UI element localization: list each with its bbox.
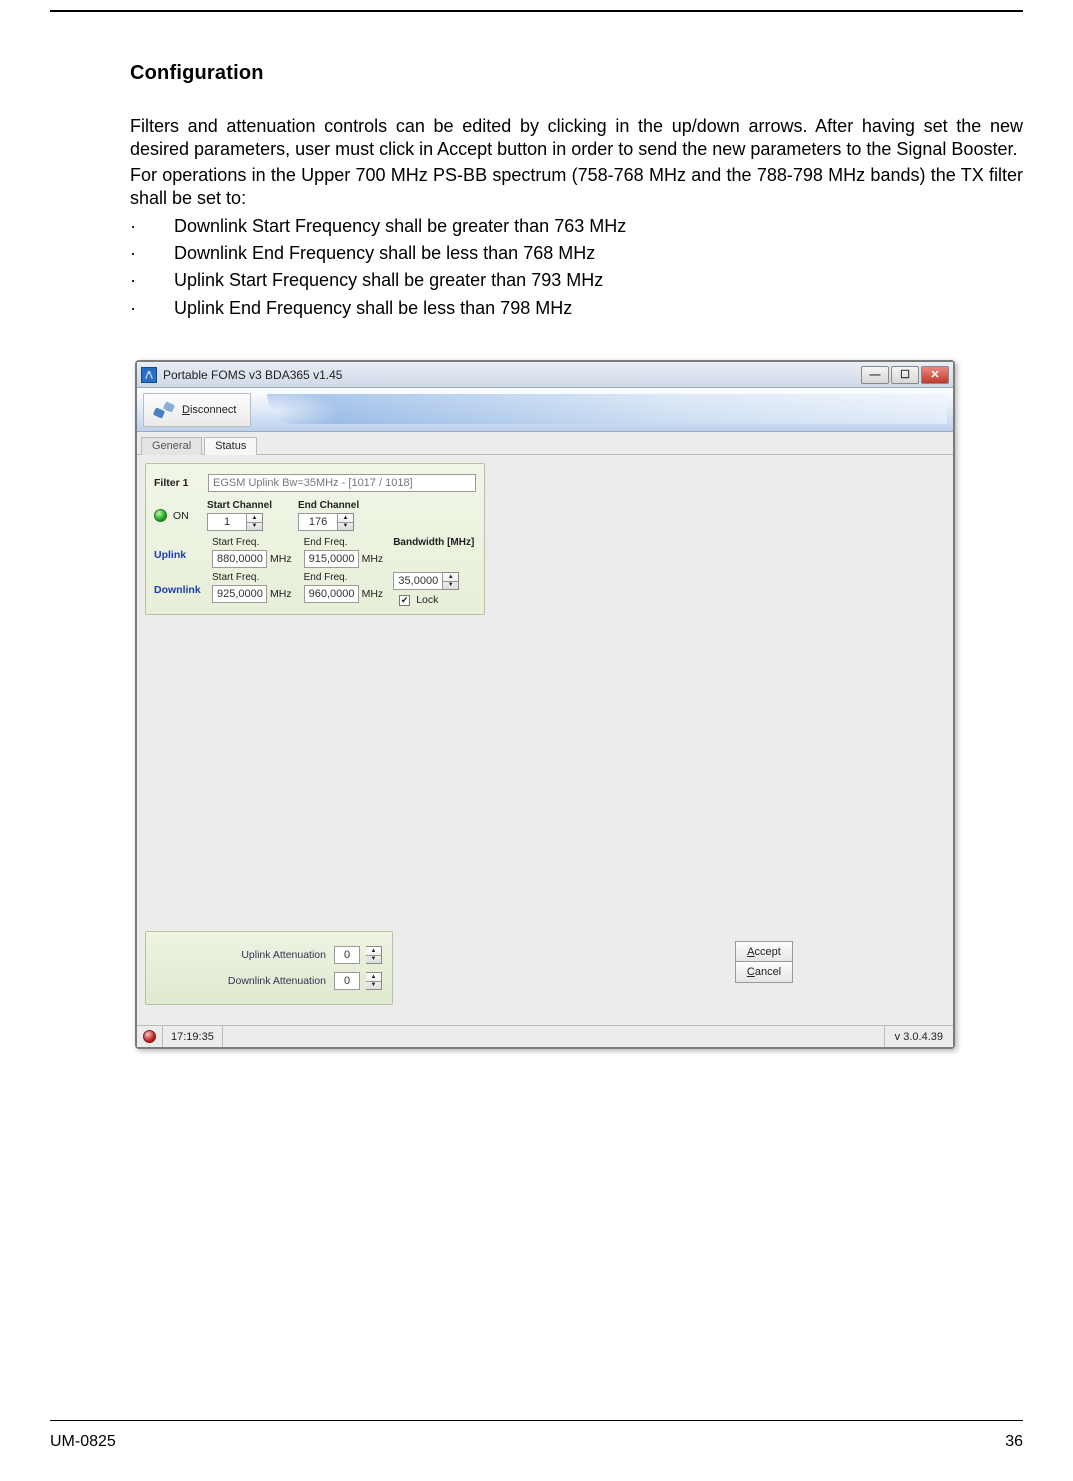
paragraph-2: For operations in the Upper 700 MHz PS-B… <box>130 164 1023 211</box>
ul-end-freq-input[interactable]: 915,0000 <box>304 550 359 568</box>
bandwidth-label: Bandwidth [MHz] <box>393 537 474 548</box>
bullet-item: · Downlink Start Frequency shall be great… <box>130 215 1023 238</box>
titlebar[interactable]: Portable FOMS v3 BDA365 v1.45 — ☐ ✕ <box>137 362 953 388</box>
tab-status[interactable]: Status <box>204 437 257 455</box>
start-channel-input[interactable]: 1 <box>207 513 247 531</box>
section-heading: Configuration <box>130 62 1023 85</box>
minimize-button[interactable]: — <box>861 366 889 384</box>
status-spacer <box>222 1026 884 1047</box>
dl-end-freq-label: End Freq. <box>304 572 384 583</box>
start-channel-label: Start Channel <box>207 500 272 511</box>
start-channel-spinner[interactable]: ▲▼ <box>247 513 263 531</box>
lock-label: Lock <box>416 594 438 606</box>
window-buttons: — ☐ ✕ <box>861 366 949 384</box>
bottom-rule <box>50 1420 1023 1421</box>
action-buttons: Accept Cancel <box>735 941 793 983</box>
page-footer: UM-0825 36 <box>50 1433 1023 1451</box>
status-led-icon <box>143 1030 156 1043</box>
end-channel-label: End Channel <box>298 500 359 511</box>
mhz-unit: MHz <box>270 588 292 600</box>
accept-button[interactable]: Accept <box>736 942 792 962</box>
mhz-unit: MHz <box>362 553 384 565</box>
disconnect-button[interactable]: Disconnect <box>143 393 251 427</box>
filter-name: Filter 1 <box>154 477 202 489</box>
bullet-dot: · <box>130 215 138 238</box>
toolbar: Disconnect <box>137 388 953 432</box>
paragraph-1: Filters and attenuation controls can be … <box>130 115 1023 162</box>
on-led-icon <box>154 509 167 522</box>
bullet-text: Downlink End Frequency shall be less tha… <box>174 242 595 265</box>
statusbar: 17:19:35 v 3.0.4.39 <box>137 1025 953 1047</box>
downlink-attenuation-label: Downlink Attenuation <box>156 975 328 987</box>
disconnect-label: Disconnect <box>182 404 236 416</box>
downlink-label: Downlink <box>154 584 201 596</box>
bullet-dot: · <box>130 242 138 265</box>
footer-page-number: 36 <box>1005 1433 1023 1451</box>
bullet-text: Downlink Start Frequency shall be greate… <box>174 215 626 238</box>
ul-start-freq-label: Start Freq. <box>212 537 292 548</box>
on-label: ON <box>173 510 201 522</box>
uplink-label: Uplink <box>154 549 186 561</box>
ul-start-freq-input[interactable]: 880,0000 <box>212 550 267 568</box>
tabs: General Status <box>137 432 953 455</box>
status-time: 17:19:35 <box>162 1026 222 1047</box>
app-icon <box>141 367 157 383</box>
bullet-dot: · <box>130 269 138 292</box>
tab-general[interactable]: General <box>141 437 202 455</box>
lock-checkbox[interactable]: ✔ <box>399 595 410 606</box>
footer-doc-id: UM-0825 <box>50 1433 116 1451</box>
status-version: v 3.0.4.39 <box>884 1026 953 1047</box>
dl-end-freq-input[interactable]: 960,0000 <box>304 585 359 603</box>
cancel-button[interactable]: Cancel <box>736 962 792 982</box>
content-area: Filter 1 EGSM Uplink Bw=35MHz - [1017 / … <box>137 455 953 1025</box>
bullet-list: · Downlink Start Frequency shall be great… <box>130 215 1023 321</box>
attenuation-panel: Uplink Attenuation 0 ▲▼ Downlink Attenua… <box>145 931 393 1005</box>
app-window: Portable FOMS v3 BDA365 v1.45 — ☐ ✕ Disc… <box>135 360 955 1049</box>
bandwidth-spinner[interactable]: ▲▼ <box>443 572 459 590</box>
bullet-dot: · <box>130 297 138 320</box>
bullet-text: Uplink End Frequency shall be less than … <box>174 297 572 320</box>
ul-end-freq-label: End Freq. <box>304 537 384 548</box>
filter-description[interactable]: EGSM Uplink Bw=35MHz - [1017 / 1018] <box>208 474 476 492</box>
maximize-button[interactable]: ☐ <box>891 366 919 384</box>
uplink-attenuation-input[interactable]: 0 <box>334 946 360 964</box>
filter-panel: Filter 1 EGSM Uplink Bw=35MHz - [1017 / … <box>145 463 485 615</box>
downlink-attenuation-input[interactable]: 0 <box>334 972 360 990</box>
bullet-item: · Uplink End Frequency shall be less than… <box>130 297 1023 320</box>
mhz-unit: MHz <box>270 553 292 565</box>
downlink-attenuation-spinner[interactable]: ▲▼ <box>366 972 382 990</box>
mhz-unit: MHz <box>362 588 384 600</box>
end-channel-spinner[interactable]: ▲▼ <box>338 513 354 531</box>
bullet-item: · Uplink Start Frequency shall be greater… <box>130 269 1023 292</box>
uplink-attenuation-spinner[interactable]: ▲▼ <box>366 946 382 964</box>
dl-start-freq-input[interactable]: 925,0000 <box>212 585 267 603</box>
bullet-text: Uplink Start Frequency shall be greater … <box>174 269 603 292</box>
end-channel-input[interactable]: 176 <box>298 513 338 531</box>
bandwidth-input[interactable]: 35,0000 <box>393 572 443 590</box>
uplink-attenuation-label: Uplink Attenuation <box>156 949 328 961</box>
window-title: Portable FOMS v3 BDA365 v1.45 <box>163 368 861 382</box>
dl-start-freq-label: Start Freq. <box>212 572 292 583</box>
ribbon-decoration <box>267 394 947 424</box>
top-rule <box>50 10 1023 12</box>
close-button[interactable]: ✕ <box>921 366 949 384</box>
plug-icon <box>152 399 174 421</box>
bullet-item: · Downlink End Frequency shall be less th… <box>130 242 1023 265</box>
